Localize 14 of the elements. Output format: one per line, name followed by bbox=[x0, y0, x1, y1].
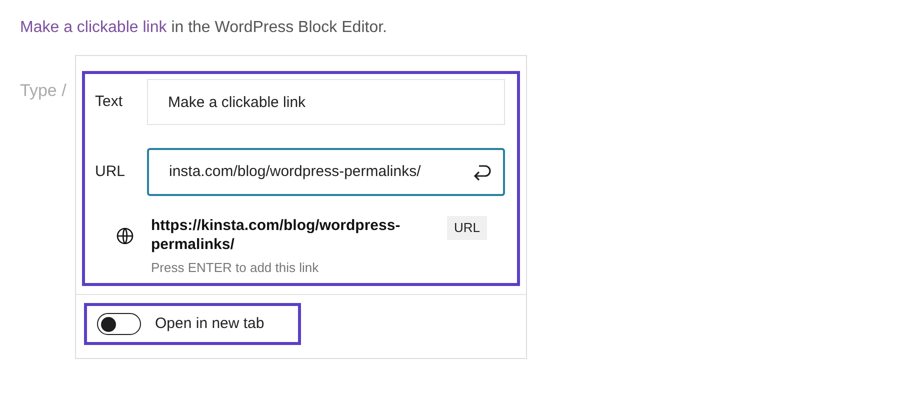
text-field[interactable]: Make a clickable link bbox=[147, 79, 505, 125]
toggle-switch[interactable] bbox=[97, 313, 141, 335]
url-badge: URL bbox=[447, 216, 488, 240]
globe-icon bbox=[115, 226, 135, 246]
suggestion-hint: Press ENTER to add this link bbox=[151, 259, 320, 277]
link-suggestion[interactable]: https://kinsta.com/blog/wordpress-permalinks/ Press ENTER to add this link URL bbox=[95, 216, 507, 278]
enter-icon[interactable] bbox=[471, 163, 493, 181]
url-label: URL bbox=[95, 162, 126, 182]
toggle-label: Open in new tab bbox=[155, 314, 264, 334]
suggested-url: https://kinsta.com/blog/wordpress-permalinks/ bbox=[151, 216, 402, 254]
caption-text: in the WordPress Block Editor. bbox=[171, 19, 387, 36]
text-label: Text bbox=[95, 92, 124, 112]
url-field[interactable]: insta.com/blog/wordpress-permalinks/ bbox=[147, 148, 505, 196]
caption-link[interactable]: Make a clickable link bbox=[20, 19, 167, 36]
